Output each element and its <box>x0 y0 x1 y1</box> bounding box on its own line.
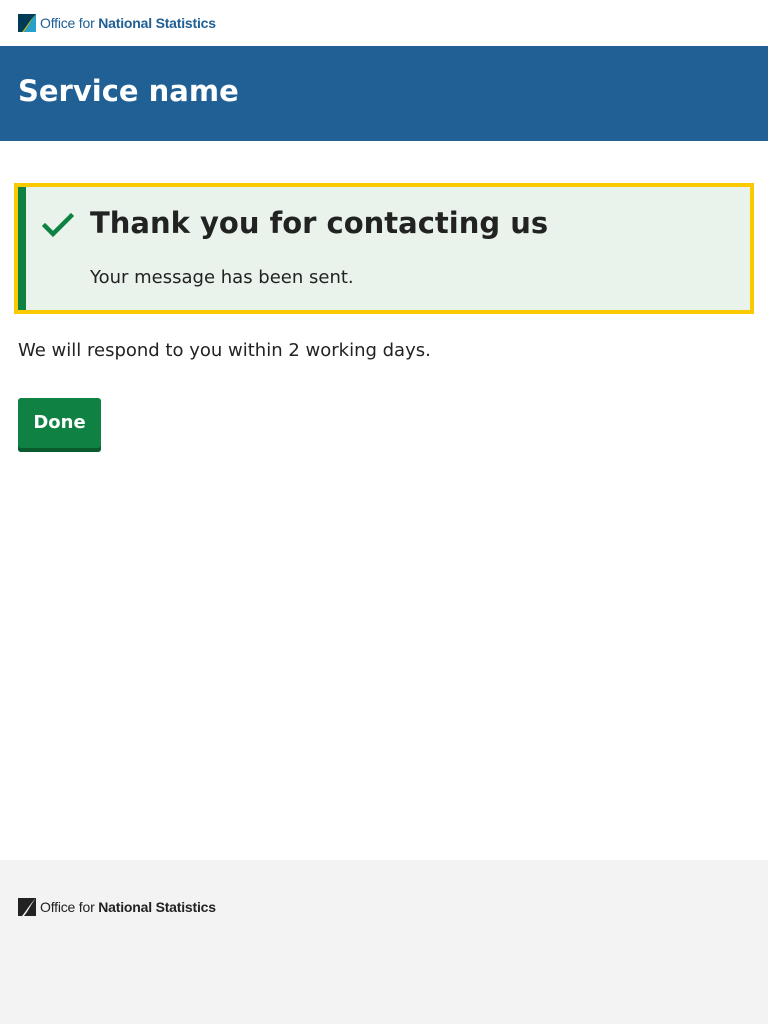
ons-logo-link[interactable]: Office for National Statistics <box>18 14 216 32</box>
service-name[interactable]: Service name <box>18 73 239 109</box>
done-button[interactable]: Done <box>18 398 101 452</box>
footer-ons-logo-link[interactable]: Office for National Statistics <box>18 898 216 916</box>
ons-logo-icon <box>18 14 36 32</box>
success-panel-title: Thank you for contacting us <box>90 206 549 240</box>
footer: Office for National Statistics <box>0 860 768 1024</box>
footer-logo-text: Office for National Statistics <box>40 898 216 916</box>
response-time-message: We will respond to you within 2 working … <box>18 340 431 361</box>
footer-logo-text-office: Office for <box>40 899 95 915</box>
success-panel-body: Your message has been sent. <box>90 267 354 288</box>
service-header: Service name <box>0 46 768 141</box>
masthead: Office for National Statistics <box>0 0 768 46</box>
success-panel-inner: Thank you for contacting us Your message… <box>18 187 750 310</box>
ons-logo-icon <box>18 898 36 916</box>
footer-logo-text-ons: National Statistics <box>98 899 216 915</box>
main-content: Thank you for contacting us Your message… <box>0 141 768 452</box>
ons-logo-text: Office for National Statistics <box>40 14 216 32</box>
check-icon <box>42 212 74 238</box>
logo-text-office: Office for <box>40 15 95 31</box>
logo-text-ons: National Statistics <box>98 15 216 31</box>
success-panel: Thank you for contacting us Your message… <box>14 183 754 314</box>
